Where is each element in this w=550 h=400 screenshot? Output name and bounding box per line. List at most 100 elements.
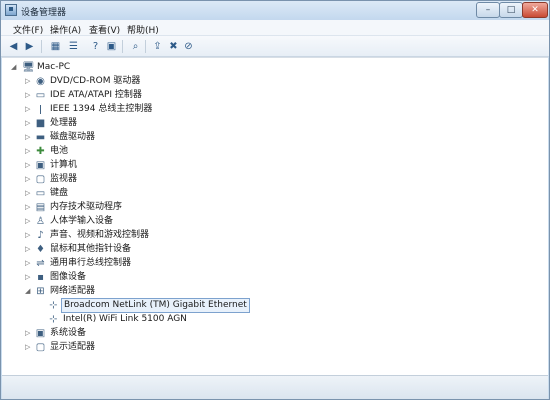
collapse-arrow-icon[interactable]: ◢ xyxy=(25,285,33,298)
tree-item-processor[interactable]: ▷ ■ 处理器 xyxy=(25,117,325,130)
tree-item-usb[interactable]: ▷ ⇌ 通用串行总线控制器 xyxy=(25,257,325,270)
battery-icon: ✚ xyxy=(36,146,45,157)
minimize-button[interactable]: – xyxy=(476,2,500,18)
computer-icon: ▣ xyxy=(35,160,46,171)
keyboard-icon: ▭ xyxy=(35,188,46,199)
hid-icon: ♙ xyxy=(36,216,45,227)
menu-file[interactable]: 文件(F) xyxy=(13,23,43,36)
tree-root-label: Mac-PC xyxy=(37,62,71,72)
tree-item-dvd[interactable]: ▷ ◉ DVD/CD-ROM 驱动器 xyxy=(25,75,325,88)
tree-item-label: 计算机 xyxy=(50,160,78,170)
close-button[interactable]: ✕ xyxy=(522,2,548,18)
network-card-icon: ⊹ xyxy=(49,300,58,311)
expand-arrow-icon[interactable]: ▷ xyxy=(25,103,33,116)
expand-arrow-icon[interactable]: ▷ xyxy=(25,173,33,186)
expand-arrow-icon[interactable]: ▷ xyxy=(25,327,33,340)
tree-root[interactable]: ◢ 🖥 Mac-PC xyxy=(11,61,211,74)
toolbar-separator xyxy=(145,40,146,53)
list-icon[interactable]: ☰ xyxy=(67,40,80,53)
forward-arrow-icon[interactable]: ▶ xyxy=(23,40,36,53)
system-device-icon: ▣ xyxy=(35,328,46,339)
expand-arrow-icon[interactable]: ▷ xyxy=(25,341,33,354)
expand-arrow-icon[interactable]: ▷ xyxy=(25,271,33,284)
sound-icon: ♪ xyxy=(37,230,44,241)
toolbar-separator xyxy=(122,40,123,53)
help-icon[interactable]: ? xyxy=(89,40,102,53)
tree-item-keyboard[interactable]: ▷ ▭ 键盘 xyxy=(25,187,325,200)
collapse-arrow-icon[interactable]: ◢ xyxy=(11,61,19,74)
tree-item-sound[interactable]: ▷ ♪ 声音、视频和游戏控制器 xyxy=(25,229,325,242)
device-manager-window: 设备管理器 – □ ✕ 文件(F) 操作(A) 查看(V) 帮助(H) ◀ ▶ … xyxy=(0,0,550,400)
disk-drive-icon: ▬ xyxy=(35,132,46,143)
expand-arrow-icon[interactable]: ▷ xyxy=(25,159,33,172)
tree-item-label: IDE ATA/ATAPI 控制器 xyxy=(50,90,142,100)
network-adapter-icon: ⊞ xyxy=(36,286,45,297)
device-manager-icon xyxy=(5,4,17,16)
tree-item-network[interactable]: ◢ ⊞ 网络适配器 xyxy=(25,285,325,298)
tree-item-label: 系统设备 xyxy=(50,328,87,338)
title-bar[interactable]: 设备管理器 – □ ✕ xyxy=(1,1,549,20)
tree-item-imaging[interactable]: ▷ ▪ 图像设备 xyxy=(25,271,325,284)
status-bar xyxy=(2,375,548,399)
expand-arrow-icon[interactable]: ▷ xyxy=(25,215,33,228)
tree-item-label: DVD/CD-ROM 驱动器 xyxy=(50,76,141,86)
properties-icon[interactable]: ▦ xyxy=(49,40,62,53)
device-tree[interactable]: ◢ 🖥 Mac-PC ▷ ◉ DVD/CD-ROM 驱动器 ▷ ▭ IDE AT… xyxy=(2,57,548,375)
expand-arrow-icon[interactable]: ▷ xyxy=(25,145,33,158)
expand-arrow-icon[interactable]: ▷ xyxy=(25,201,33,214)
menu-view[interactable]: 查看(V) xyxy=(89,23,120,36)
tree-item-label: 处理器 xyxy=(50,118,78,128)
view-icon[interactable]: ▣ xyxy=(105,40,118,53)
toolbar-separator xyxy=(41,40,42,53)
tree-item-monitor[interactable]: ▷ ▢ 监视器 xyxy=(25,173,325,186)
expand-arrow-icon[interactable]: ▷ xyxy=(25,257,33,270)
window-title: 设备管理器 xyxy=(21,8,67,18)
expand-arrow-icon[interactable]: ▷ xyxy=(25,131,33,144)
expand-arrow-icon[interactable]: ▷ xyxy=(25,187,33,200)
tree-item-label: 图像设备 xyxy=(50,272,87,282)
uninstall-icon[interactable]: ✖ xyxy=(167,40,180,53)
menu-help[interactable]: 帮助(H) xyxy=(127,23,159,36)
display-adapter-icon: ▢ xyxy=(35,342,46,353)
tree-item-label: 显示适配器 xyxy=(50,342,96,352)
usb-icon: ⇌ xyxy=(36,258,45,269)
update-driver-icon[interactable]: ⇪ xyxy=(151,40,164,53)
tree-item-label: 声音、视频和游戏控制器 xyxy=(50,230,150,240)
disable-icon[interactable]: ⊘ xyxy=(182,40,195,53)
tree-item-label: 电池 xyxy=(50,146,69,156)
tree-item-display[interactable]: ▷ ▢ 显示适配器 xyxy=(25,341,325,354)
ide-controller-icon: ▭ xyxy=(35,90,46,101)
tree-item-computer[interactable]: ▷ ▣ 计算机 xyxy=(25,159,325,172)
tree-item-disk[interactable]: ▷ ▬ 磁盘驱动器 xyxy=(25,131,325,144)
tree-item-label: Intel(R) WiFi Link 5100 AGN xyxy=(63,314,187,324)
menu-bar: 文件(F) 操作(A) 查看(V) 帮助(H) xyxy=(1,20,549,36)
tree-item-label: 键盘 xyxy=(50,188,69,198)
disc-drive-icon: ◉ xyxy=(36,76,45,87)
back-arrow-icon[interactable]: ◀ xyxy=(7,40,20,53)
expand-arrow-icon[interactable]: ▷ xyxy=(25,117,33,130)
scan-hardware-icon[interactable]: ⌕ xyxy=(129,40,142,53)
tree-item-ide[interactable]: ▷ ▭ IDE ATA/ATAPI 控制器 xyxy=(25,89,325,102)
tree-item-label: 通用串行总线控制器 xyxy=(50,258,132,268)
monitor-icon: ▢ xyxy=(35,174,46,185)
tree-item-memory[interactable]: ▷ ▤ 内存技术驱动程序 xyxy=(25,201,325,214)
tree-item-broadcom-ethernet[interactable]: ⊹ Broadcom NetLink (TM) Gigabit Ethernet xyxy=(38,298,298,313)
expand-arrow-icon[interactable]: ▷ xyxy=(25,243,33,256)
mouse-icon: ♦ xyxy=(36,244,45,255)
expand-arrow-icon[interactable]: ▷ xyxy=(25,75,33,88)
tree-item-mouse[interactable]: ▷ ♦ 鼠标和其他指针设备 xyxy=(25,243,325,256)
tree-item-system[interactable]: ▷ ▣ 系统设备 xyxy=(25,327,325,340)
tree-item-intel-wifi[interactable]: ⊹ Intel(R) WiFi Link 5100 AGN xyxy=(38,313,298,326)
menu-action[interactable]: 操作(A) xyxy=(50,23,81,36)
camera-icon: ▪ xyxy=(37,272,44,283)
tree-item-label: Broadcom NetLink (TM) Gigabit Ethernet xyxy=(61,298,250,313)
expand-arrow-icon[interactable]: ▷ xyxy=(25,229,33,242)
maximize-button[interactable]: □ xyxy=(499,2,523,18)
toolbar: ◀ ▶ ▦ ☰ ? ▣ ⌕ ⇪ ✖ ⊘ xyxy=(1,36,549,57)
tree-item-ieee1394[interactable]: ▷ ǀ IEEE 1394 总线主控制器 xyxy=(25,103,325,116)
tree-item-label: 内存技术驱动程序 xyxy=(50,202,123,212)
tree-item-battery[interactable]: ▷ ✚ 电池 xyxy=(25,145,325,158)
memory-icon: ▤ xyxy=(35,202,46,213)
expand-arrow-icon[interactable]: ▷ xyxy=(25,89,33,102)
tree-item-hid[interactable]: ▷ ♙ 人体学输入设备 xyxy=(25,215,325,228)
